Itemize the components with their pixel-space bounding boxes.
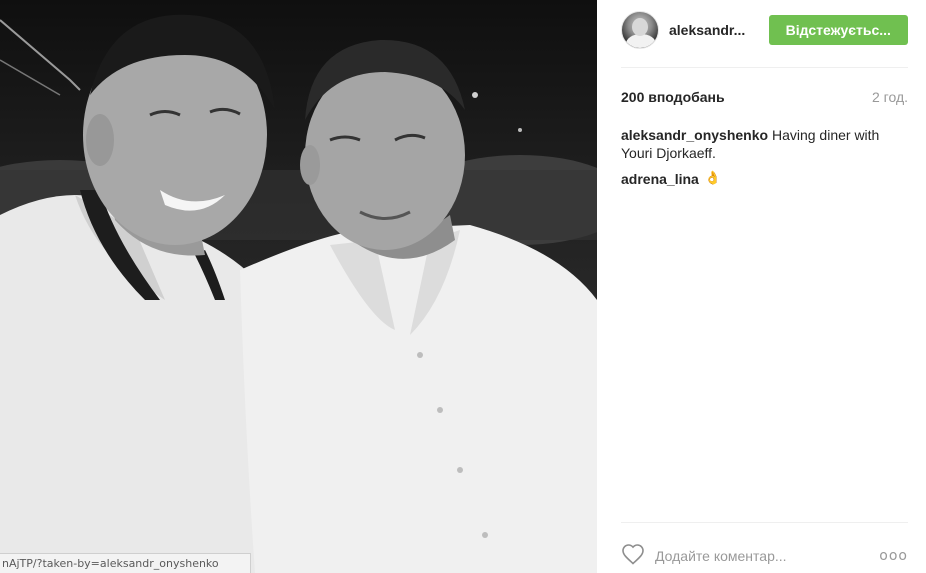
caption-username[interactable]: aleksandr_onyshenko xyxy=(621,127,768,143)
post-photo[interactable]: nAjTP/?taken-by=aleksandr_onyshenko xyxy=(0,0,597,573)
likes-row: 200 вподобань 2 год. xyxy=(621,88,908,106)
post-sidebar: aleksandr... Відстежуєтьс... 200 вподоба… xyxy=(597,0,926,573)
header-divider xyxy=(621,67,908,68)
add-comment-input[interactable]: Додайте коментар... xyxy=(655,548,879,564)
more-options-icon[interactable]: ooo xyxy=(879,548,908,564)
comment-item: adrena_lina 👌 xyxy=(621,170,908,188)
heart-icon[interactable] xyxy=(621,543,645,570)
post-actions: Додайте коментар... ooo xyxy=(621,542,908,570)
post-author-username[interactable]: aleksandr... xyxy=(669,22,769,38)
comment-username[interactable]: adrena_lina xyxy=(621,170,699,188)
ok-hand-emoji: 👌 xyxy=(704,171,722,186)
likes-count[interactable]: 200 вподобань xyxy=(621,89,725,105)
browser-status-url: nAjTP/?taken-by=aleksandr_onyshenko xyxy=(0,553,251,573)
footer-divider xyxy=(621,522,908,523)
following-button[interactable]: Відстежуєтьс... xyxy=(768,15,908,45)
photo-illustration xyxy=(0,14,597,573)
post-caption: aleksandr_onyshenko Having diner with Yo… xyxy=(621,126,908,162)
post-timestamp[interactable]: 2 год. xyxy=(872,89,908,105)
avatar[interactable] xyxy=(621,11,659,49)
post-header: aleksandr... Відстежуєтьс... xyxy=(621,10,908,50)
